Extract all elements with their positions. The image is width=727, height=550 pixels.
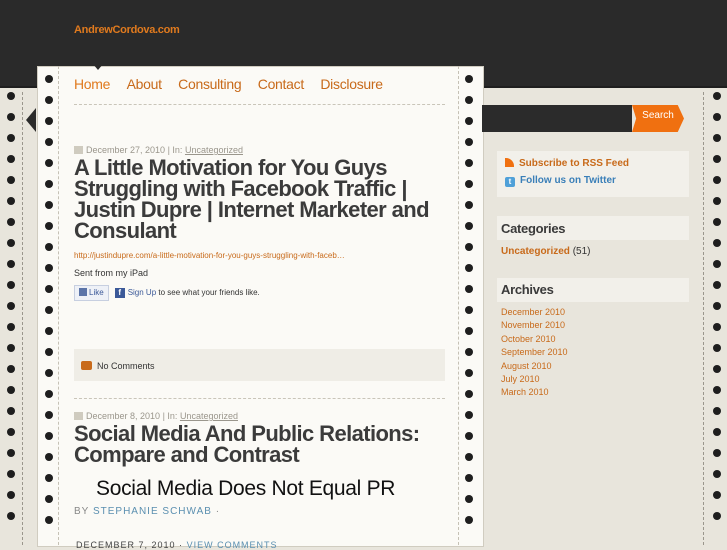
rss-label: Subscribe to RSS Feed: [519, 158, 630, 169]
nav-home[interactable]: Home: [74, 76, 110, 92]
signup-link[interactable]: Sign Up: [128, 288, 156, 297]
category-link[interactable]: Uncategorized: [501, 246, 570, 257]
archive-link[interactable]: October 2010: [501, 333, 568, 346]
search-button[interactable]: Search: [632, 105, 684, 132]
search-bar[interactable]: [482, 105, 632, 132]
nav-contact[interactable]: Contact: [258, 76, 304, 92]
nav-divider: [74, 104, 445, 105]
footer-date: DECEMBER 7, 2010 ·: [76, 540, 184, 550]
calendar-icon: [74, 412, 83, 420]
post-in-label: | In:: [162, 411, 178, 421]
category-item: Uncategorized (51): [501, 246, 590, 257]
post-meta: December 27, 2010 | In: Uncategorized: [74, 145, 243, 155]
twitter-follow[interactable]: t Follow us on Twitter: [505, 175, 616, 187]
paper-perforation-left: [44, 75, 54, 528]
category-count: (51): [572, 246, 591, 257]
post-headline: Social Media Does Not Equal PR: [96, 477, 396, 500]
paper-perforation-right: [464, 75, 474, 528]
post-category-link[interactable]: Uncategorized: [185, 145, 243, 155]
like-label: Like: [89, 288, 104, 297]
post-title[interactable]: A Little Motivation for You Guys Struggl…: [74, 157, 446, 242]
nav-disclosure[interactable]: Disclosure: [320, 76, 383, 92]
archive-link[interactable]: July 2010: [501, 373, 568, 386]
comments-bar: No Comments: [74, 349, 445, 381]
divider-line: [703, 92, 705, 545]
post-category-link[interactable]: Uncategorized: [180, 411, 238, 421]
archive-list: December 2010 November 2010 October 2010…: [501, 306, 568, 400]
twitter-icon: t: [505, 177, 515, 187]
like-button[interactable]: Like: [74, 285, 109, 301]
archive-link[interactable]: September 2010: [501, 346, 568, 359]
paper-margin-line: [58, 66, 60, 545]
author-link[interactable]: STEPHANIE SCHWAB: [93, 506, 212, 517]
twitter-label: Follow us on Twitter: [520, 175, 616, 186]
post-byline: BY STEPHANIE SCHWAB ·: [74, 506, 220, 517]
categories-heading: Categories: [501, 221, 566, 236]
facebook-like-row: Like f Sign Up to see what your friends li…: [74, 285, 260, 301]
post-title[interactable]: Social Media And Public Relations: Compa…: [74, 423, 446, 466]
nav-consulting[interactable]: Consulting: [178, 76, 241, 92]
thumbs-up-icon: [79, 288, 87, 296]
post-footer-meta: DECEMBER 7, 2010 · VIEW COMMENTS: [76, 540, 278, 550]
post-date: December 8, 2010: [86, 411, 161, 421]
post-source-link[interactable]: http://justindupre.com/a-little-motivati…: [74, 251, 345, 260]
nav-active-caret-icon: [93, 64, 103, 70]
ribbon-arrow-icon: [26, 108, 36, 132]
post-in-label: | In:: [167, 145, 183, 155]
perforation-left: [6, 92, 16, 545]
byline-separator: ·: [211, 506, 221, 517]
perforation-right: [712, 92, 722, 545]
post-body-text: Sent from my iPad: [74, 268, 149, 278]
content-paper: [37, 66, 484, 547]
rss-icon: [505, 158, 514, 167]
archive-link[interactable]: March 2010: [501, 386, 568, 399]
paper-margin-line: [458, 66, 460, 545]
site-title[interactable]: AndrewCordova.com: [74, 24, 180, 36]
post-meta: December 8, 2010 | In: Uncategorized: [74, 411, 238, 421]
calendar-icon: [74, 146, 83, 154]
by-label: BY: [74, 506, 90, 517]
view-comments-link[interactable]: VIEW COMMENTS: [187, 540, 278, 550]
archive-link[interactable]: November 2010: [501, 319, 568, 332]
post-date: December 27, 2010: [86, 145, 166, 155]
signup-suffix: to see what your friends like.: [156, 288, 260, 298]
main-nav: Home About Consulting Contact Disclosure: [74, 76, 395, 96]
rss-subscribe[interactable]: Subscribe to RSS Feed: [505, 158, 629, 169]
comments-link[interactable]: No Comments: [97, 361, 155, 371]
post-divider: [74, 398, 445, 399]
archive-link[interactable]: December 2010: [501, 306, 568, 319]
archive-link[interactable]: August 2010: [501, 360, 568, 373]
divider-line: [22, 92, 24, 545]
nav-about[interactable]: About: [127, 76, 162, 92]
archives-heading: Archives: [501, 282, 554, 297]
comment-bubble-icon: [81, 361, 92, 370]
facebook-icon: f: [114, 288, 125, 298]
